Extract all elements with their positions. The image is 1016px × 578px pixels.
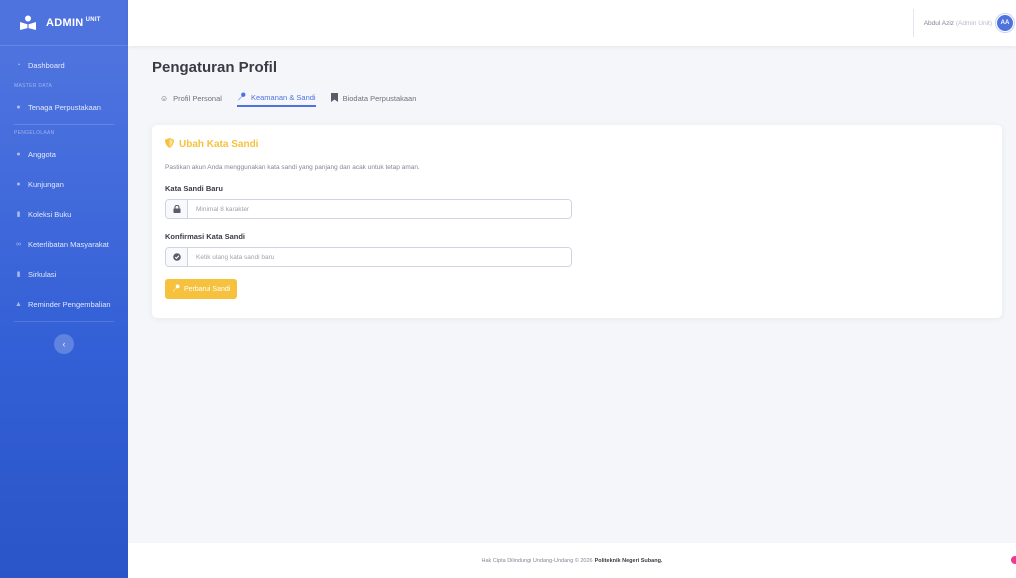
card-description: Pastikan akun Anda menggunakan kata sand… xyxy=(165,164,420,171)
sidebar: ADMIN UNIT ◔ Dashboard MASTER DATA ● Tena… xyxy=(0,0,128,578)
sidebar-item-keterlibatan-masyarakat[interactable]: ∞ Keterlibatan Masyarakat xyxy=(0,229,128,259)
topbar-divider xyxy=(912,9,914,37)
sidebar-divider xyxy=(14,321,114,322)
card-title: Ubah Kata Sandi xyxy=(165,138,989,151)
footer-org: Politeknik Negeri Subang. xyxy=(594,557,663,564)
card-title-text: Ubah Kata Sandi xyxy=(179,139,259,150)
tab-label: Keamanan & Sandi xyxy=(250,92,316,102)
key-icon xyxy=(172,284,180,294)
scroll-to-top-button[interactable] xyxy=(1011,556,1016,564)
lock-icon xyxy=(166,200,188,218)
user-check-icon: ● xyxy=(16,180,21,188)
sidebar-item-label: Sirkulasi xyxy=(28,269,57,279)
sidebar-item-label: Anggota xyxy=(28,149,56,159)
user-edit-icon: ☺ xyxy=(160,93,169,103)
book-icon: ▮ xyxy=(16,211,21,218)
users-icon: ● xyxy=(16,150,21,158)
new-password-input[interactable] xyxy=(188,200,571,218)
sidebar-item-label: Reminder Pengembalian xyxy=(28,299,111,309)
sidebar-item-anggota[interactable]: ● Anggota xyxy=(0,139,128,169)
sidebar-divider xyxy=(14,124,114,125)
footer-copyright: Hak Cipta Dilindungi Undang-Undang © 202… xyxy=(481,557,593,564)
confirm-password-label: Konfirmasi Kata Sandi xyxy=(165,232,246,241)
page-title: Pengaturan Profil xyxy=(152,59,278,76)
sidebar-item-label: Dashboard xyxy=(28,60,65,70)
brand-title: ADMIN UNIT xyxy=(46,16,101,29)
bookmark-icon xyxy=(330,92,338,104)
user-name[interactable]: Abdul Aziz (Admin Unit) xyxy=(924,20,992,27)
confirm-password-group xyxy=(165,247,572,267)
new-password-label: Kata Sandi Baru xyxy=(165,184,223,193)
handshake-icon: ∞ xyxy=(16,240,21,248)
sidebar-item-reminder-pengembalian[interactable]: ▲ Reminder Pengembalian xyxy=(0,289,128,319)
tab-keamanan-sandi[interactable]: Keamanan & Sandi xyxy=(236,89,316,107)
brand[interactable]: ADMIN UNIT xyxy=(0,0,128,46)
sidebar-item-label: Keterlibatan Masyarakat xyxy=(28,239,109,249)
sidebar-section-master: MASTER DATA xyxy=(14,83,53,89)
avatar[interactable]: AA xyxy=(996,14,1014,32)
sidebar-toggle-button[interactable]: ‹ xyxy=(54,334,74,354)
tab-biodata-perpustakaan[interactable]: Biodata Perpustakaan xyxy=(330,89,417,107)
user-role: (Admin Unit) xyxy=(955,19,992,27)
user-icon: ● xyxy=(16,103,21,111)
confirm-password-input[interactable] xyxy=(188,248,571,266)
sidebar-item-kunjungan[interactable]: ● Kunjungan xyxy=(0,169,128,199)
chevron-left-icon: ‹ xyxy=(62,339,66,349)
topbar: Abdul Aziz (Admin Unit) AA xyxy=(128,0,1016,46)
circulation-icon: ▮ xyxy=(16,271,21,278)
update-password-button[interactable]: Perbarui Sandi xyxy=(165,279,238,299)
footer: Hak Cipta Dilindungi Undang-Undang © 202… xyxy=(128,543,1016,578)
reader-logo-icon xyxy=(18,13,38,33)
shield-icon xyxy=(165,138,174,151)
update-password-label: Perbarui Sandi xyxy=(184,285,231,293)
sidebar-item-label: Koleksi Buku xyxy=(28,209,72,219)
bell-icon: ▲ xyxy=(15,300,22,308)
sidebar-item-sirkulasi[interactable]: ▮ Sirkulasi xyxy=(0,259,128,289)
sidebar-item-tenaga-perpustakaan[interactable]: ● Tenaga Perpustakaan xyxy=(0,92,128,122)
tab-label: Biodata Perpustakaan xyxy=(342,93,417,103)
profile-tabs: ☺ Profil Personal Keamanan & Sandi Bioda… xyxy=(152,89,1002,112)
sidebar-section-pengelolaan: PENGELOLAAN xyxy=(14,130,55,136)
sidebar-item-koleksi-buku[interactable]: ▮ Koleksi Buku xyxy=(0,199,128,229)
key-icon xyxy=(237,92,246,103)
sidebar-item-label: Tenaga Perpustakaan xyxy=(28,102,101,112)
check-circle-icon xyxy=(166,248,188,266)
change-password-card: Ubah Kata Sandi Pastikan akun Anda mengg… xyxy=(152,125,1002,318)
sidebar-item-label: Kunjungan xyxy=(28,179,64,189)
sidebar-item-dashboard[interactable]: ◔ Dashboard xyxy=(0,50,128,80)
dashboard-icon: ◔ xyxy=(16,61,21,69)
tab-profil-personal[interactable]: ☺ Profil Personal xyxy=(160,89,222,107)
tab-label: Profil Personal xyxy=(173,93,222,103)
new-password-group xyxy=(165,199,572,219)
